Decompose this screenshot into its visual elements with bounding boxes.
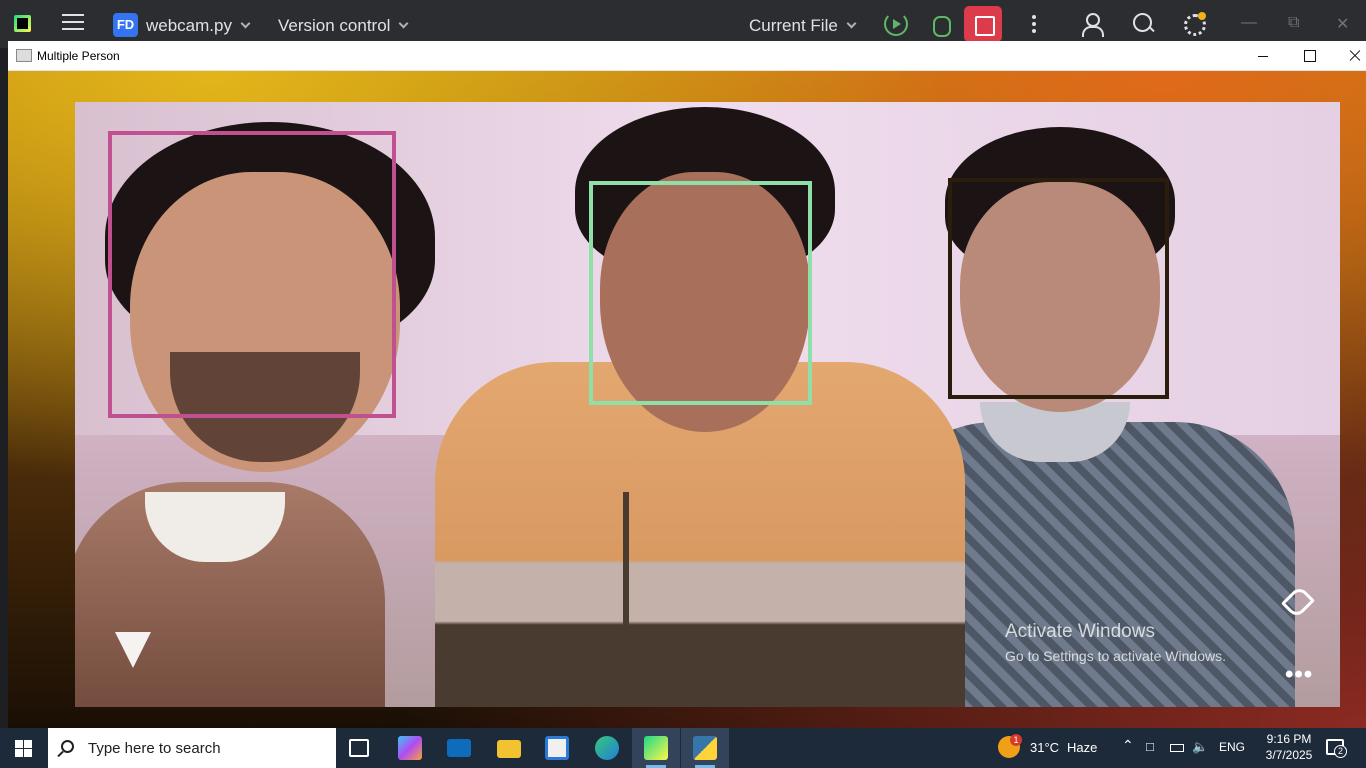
face-detection-box (589, 181, 812, 405)
search-icon (61, 740, 74, 753)
minimize-button[interactable] (1240, 44, 1286, 68)
watermark-title: Activate Windows (1005, 621, 1155, 642)
edge-browser-icon[interactable] (595, 736, 619, 760)
code-with-me-icon[interactable] (1082, 12, 1106, 37)
file-explorer-icon[interactable] (497, 740, 521, 758)
ide-minimize-icon[interactable]: — (1241, 14, 1257, 32)
camera-feed-image: ••• (75, 102, 1340, 707)
mail-icon[interactable] (447, 739, 471, 757)
close-button[interactable] (1331, 44, 1366, 68)
clock-date: 3/7/2025 (1265, 748, 1313, 762)
vcs-label: Version control (278, 16, 391, 35)
project-file-name: webcam.py (146, 16, 232, 35)
rerun-icon[interactable] (884, 12, 908, 36)
copilot-icon[interactable] (398, 736, 422, 760)
arrow-overlay-icon (115, 632, 151, 668)
weather-alert-badge: 1 (1010, 734, 1022, 746)
project-badge[interactable]: FD (113, 13, 138, 37)
video-frame: ••• Activate Windows Go to Settings to a… (8, 71, 1366, 728)
activate-windows-watermark: Activate Windows Go to Settings to activ… (1005, 621, 1226, 664)
battery-icon[interactable] (1170, 744, 1184, 752)
face-detection-box (108, 131, 396, 418)
task-view-icon[interactable] (349, 739, 369, 757)
chevron-down-icon (846, 18, 857, 29)
pycharm-logo-icon[interactable] (14, 15, 31, 32)
run-config-label: Current File (749, 16, 838, 35)
python-taskbar-icon[interactable] (693, 736, 717, 760)
pycharm-taskbar-icon[interactable] (644, 736, 668, 760)
ide-close-icon[interactable]: ✕ (1336, 14, 1349, 34)
project-selector[interactable]: webcam.py (146, 16, 251, 36)
version-control-menu[interactable]: Version control (278, 16, 409, 36)
debug-icon[interactable] (928, 12, 952, 37)
maximize-button[interactable] (1286, 44, 1332, 68)
chevron-down-icon (240, 18, 251, 29)
watermark-subtitle: Go to Settings to activate Windows. (1005, 648, 1226, 664)
face-detection-box (948, 178, 1169, 399)
microsoft-store-icon[interactable] (545, 736, 569, 760)
settings-icon[interactable] (1182, 12, 1206, 36)
windows-taskbar: Type here to search 1 31°C Haze ⌃ □ 🔈 EN… (0, 728, 1366, 768)
chevron-down-icon (399, 18, 409, 29)
meet-now-icon[interactable]: □ (1146, 739, 1154, 754)
stop-button[interactable] (964, 6, 1002, 42)
run-configuration-selector[interactable]: Current File (749, 16, 857, 36)
window-titlebar[interactable]: Multiple Person (8, 41, 1366, 71)
chevron-up-icon[interactable]: ⌃ (1122, 737, 1134, 754)
main-menu-icon[interactable] (62, 14, 84, 32)
window-app-icon (16, 49, 32, 62)
search-everywhere-icon[interactable] (1132, 12, 1156, 36)
search-placeholder: Type here to search (88, 740, 221, 757)
notification-count-badge: 2 (1334, 745, 1347, 758)
more-actions-icon[interactable] (1022, 12, 1046, 36)
taskbar-search-box[interactable]: Type here to search (48, 728, 336, 768)
windows-start-icon[interactable] (15, 740, 32, 757)
input-language[interactable]: ENG (1219, 740, 1245, 754)
weather-temperature[interactable]: 31°C (1030, 740, 1059, 755)
ellipsis-overlay-icon: ••• (1285, 661, 1314, 688)
weather-description[interactable]: Haze (1067, 740, 1097, 755)
window-title: Multiple Person (37, 49, 120, 63)
volume-icon[interactable]: 🔈 (1192, 739, 1208, 755)
taskbar-clock[interactable]: 9:16 PM 3/7/2025 (1258, 731, 1320, 763)
clock-time: 9:16 PM (1266, 732, 1312, 746)
ide-restore-icon[interactable]: ⧉ (1288, 14, 1299, 32)
multiple-person-window: Multiple Person ••• Activate Windows Go … (8, 41, 1366, 728)
